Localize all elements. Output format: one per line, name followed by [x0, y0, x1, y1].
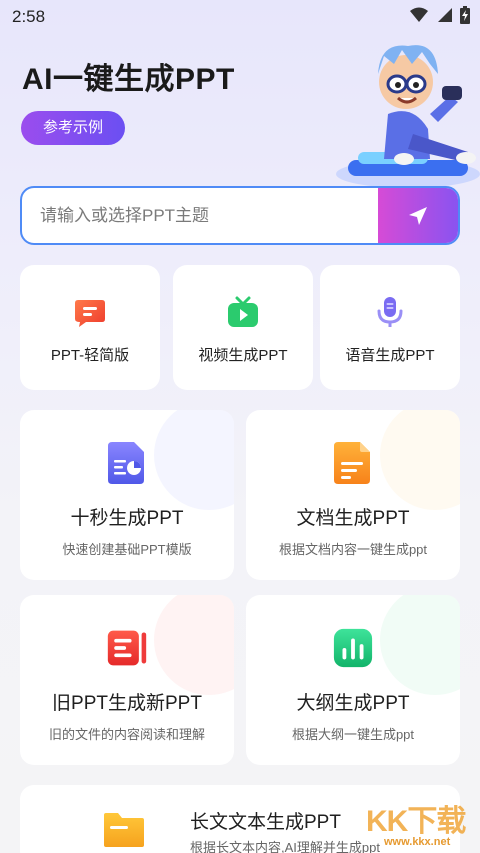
feature-title: 文档生成PPT: [296, 508, 410, 529]
decorative-blob: [380, 410, 460, 510]
folder-icon: [104, 813, 144, 847]
example-button[interactable]: 参考示例: [21, 111, 125, 145]
status-time: 2:58: [12, 7, 46, 26]
search-box: [20, 186, 460, 245]
tool-label: 语音生成PPT: [345, 347, 435, 364]
tool-label: 视频生成PPT: [198, 347, 288, 364]
page-title: AI一键生成PPT: [22, 63, 235, 96]
bar-chart-icon: [333, 628, 373, 668]
list-document-icon: [107, 630, 147, 666]
decorative-blob: [154, 410, 234, 510]
feature-subtitle: 旧的文件的内容阅读和理解: [48, 727, 205, 742]
watermark-url: www.kkx.net: [384, 836, 451, 848]
feature-subtitle: 根据文档内容一键生成ppt: [278, 542, 428, 557]
watermark: KK下载 www.kkx.net: [366, 796, 478, 852]
tool-label: PPT-轻简版: [50, 347, 130, 364]
feature-subtitle: 根据大纲一键生成ppt: [291, 727, 415, 742]
battery-icon: [460, 6, 470, 24]
tv-play-icon: [228, 296, 258, 327]
send-button[interactable]: [378, 188, 458, 243]
status-icons: [410, 6, 470, 24]
message-square-icon: [75, 300, 105, 327]
feature-title: 长文文本生成PPT: [190, 812, 341, 833]
feature-card-ten-seconds[interactable]: 十秒生成PPT 快速创建基础PPT模版: [20, 410, 234, 580]
feature-card-old-ppt[interactable]: 旧PPT生成新PPT 旧的文件的内容阅读和理解: [20, 595, 234, 765]
feature-subtitle: 根据长文本内容,AI理解并生成ppt: [190, 840, 380, 853]
feature-title: 旧PPT生成新PPT: [52, 693, 202, 714]
feature-subtitle: 快速创建基础PPT模版: [62, 542, 192, 557]
document-text-icon: [334, 442, 370, 484]
tool-card-voice[interactable]: 语音生成PPT: [320, 265, 460, 390]
feature-title: 大纲生成PPT: [296, 693, 410, 714]
mascot-illustration: [336, 45, 480, 188]
microphone-icon: [377, 297, 403, 327]
status-bar: 2:58: [0, 0, 480, 34]
feature-card-document[interactable]: 文档生成PPT 根据文档内容一键生成ppt: [246, 410, 460, 580]
feature-card-outline[interactable]: 大纲生成PPT 根据大纲一键生成ppt: [246, 595, 460, 765]
watermark-logo: KK下载: [366, 805, 466, 838]
send-arrow-icon: [409, 206, 427, 225]
decorative-blob: [380, 595, 460, 695]
wifi-icon: [410, 7, 428, 22]
tool-card-video[interactable]: 视频生成PPT: [173, 265, 313, 390]
decorative-blob: [154, 595, 234, 695]
feature-title: 十秒生成PPT: [70, 508, 184, 529]
search-input[interactable]: [22, 188, 380, 243]
tool-card-ppt-lite[interactable]: PPT-轻简版: [20, 265, 160, 390]
signal-icon: [438, 8, 452, 22]
document-chart-icon: [108, 442, 144, 484]
